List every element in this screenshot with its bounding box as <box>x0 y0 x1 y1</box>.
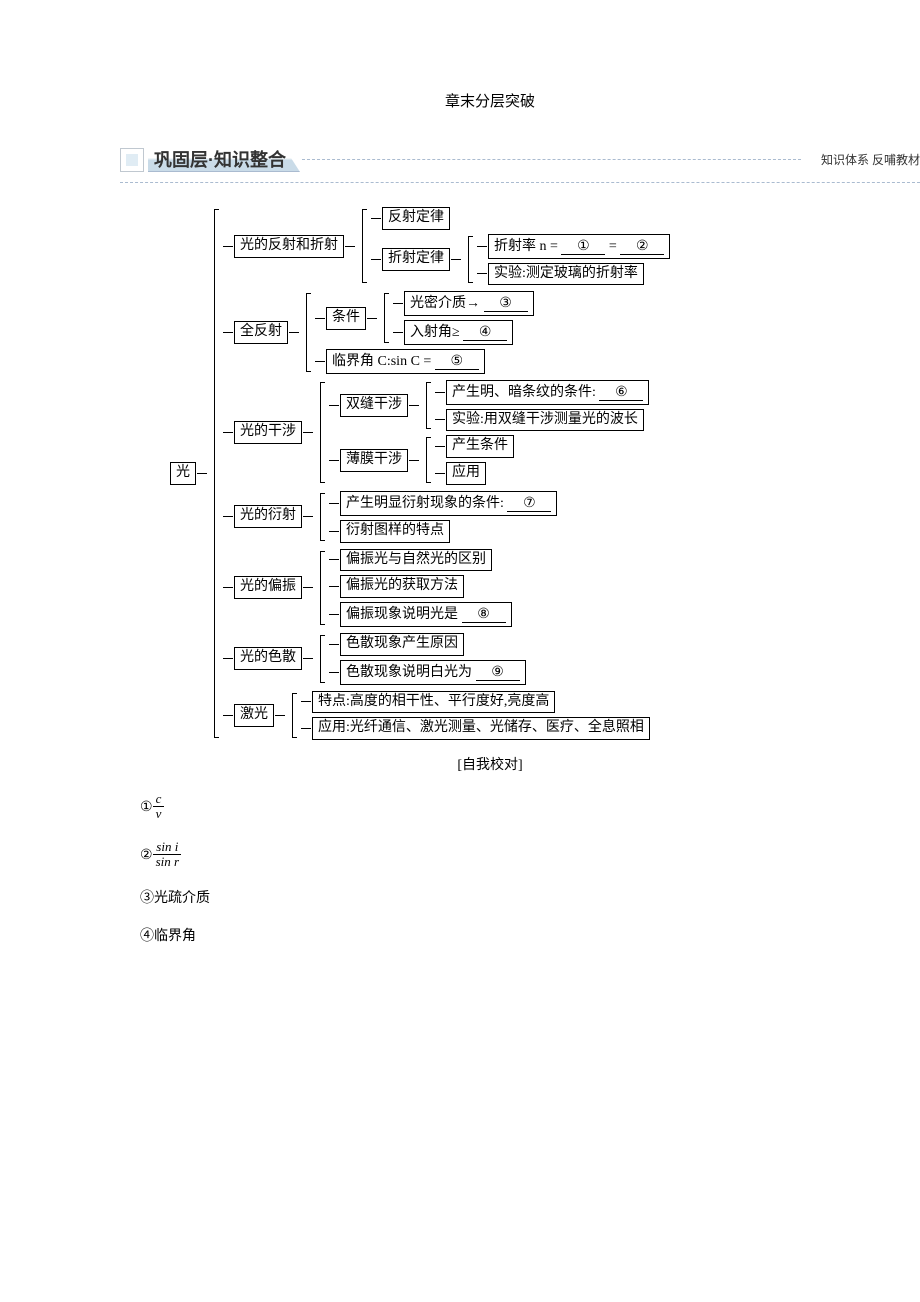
node-dispersion-cause: 色散现象产生原因 <box>340 633 464 656</box>
blank-2: ② <box>620 237 664 255</box>
doc-title: 章末分层突破 <box>120 90 860 111</box>
node-thin-film-application: 应用 <box>446 462 486 485</box>
root-node: 光 <box>170 462 196 485</box>
answer-1-symbol: ① <box>140 798 153 815</box>
node-double-slit: 双缝干涉 <box>340 394 408 417</box>
blank-5: ⑤ <box>435 352 479 370</box>
blank-6: ⑥ <box>599 383 643 401</box>
node-diffraction: 光的衍射 <box>234 505 302 528</box>
answer-2-symbol: ② <box>140 846 153 863</box>
node-laser-features: 特点:高度的相干性、平行度好,亮度高 <box>312 691 555 714</box>
answer-1-fraction: c v <box>153 792 165 822</box>
answer-2-fraction: sin i sin r <box>153 840 182 870</box>
banner-divider <box>302 159 801 160</box>
answer-4: ④临界角 <box>140 925 860 945</box>
answer-3: ③光疏介质 <box>140 887 860 907</box>
blank-3: ③ <box>484 294 528 312</box>
node-reflection-law: 反射定律 <box>382 207 450 230</box>
node-refractive-index: 折射率 n = ① = ② <box>488 234 670 259</box>
answer-1-denominator: v <box>153 807 165 821</box>
document-page: 章末分层突破 巩固层·知识整合 知识体系 反哺教材 光 光的反射和折射 反射定律 <box>0 0 920 1003</box>
node-dense-to-sparse: 光密介质→ ③ <box>404 291 534 316</box>
node-laser: 激光 <box>234 704 274 727</box>
node-fringe-condition: 产生明、暗条纹的条件: ⑥ <box>446 380 649 405</box>
node-critical-angle: 临界角 C:sin C = ⑤ <box>326 349 485 374</box>
banner-bullet-icon <box>120 148 144 172</box>
self-check-heading: [自我校对] <box>120 754 860 774</box>
blank-8: ⑧ <box>462 605 506 623</box>
node-conditions: 条件 <box>326 307 366 330</box>
blank-4: ④ <box>463 323 507 341</box>
node-laser-applications: 应用:光纤通信、激光测量、光储存、医疗、全息照相 <box>312 717 650 740</box>
blank-7: ⑦ <box>507 494 551 512</box>
node-total-reflection: 全反射 <box>234 321 288 344</box>
equals-sign: = <box>609 239 617 254</box>
node-refraction-law: 折射定律 <box>382 248 450 271</box>
section-banner: 巩固层·知识整合 知识体系 反哺教材 <box>120 147 920 172</box>
node-double-slit-experiment: 实验:用双缝干涉测量光的波长 <box>446 409 644 432</box>
answer-1-numerator: c <box>153 792 165 807</box>
node-polarized-vs-natural: 偏振光与自然光的区别 <box>340 549 492 572</box>
answer-1: ① c v <box>140 792 860 822</box>
blank-9: ⑨ <box>476 663 520 681</box>
banner-underline <box>120 182 920 183</box>
node-thin-film: 薄膜干涉 <box>340 449 408 472</box>
node-polarized-obtain: 偏振光的获取方法 <box>340 575 464 598</box>
node-interference: 光的干涉 <box>234 421 302 444</box>
node-diffraction-pattern: 衍射图样的特点 <box>340 520 450 543</box>
node-dispersion: 光的色散 <box>234 647 302 670</box>
answer-2-denominator: sin r <box>153 855 182 869</box>
answer-2-numerator: sin i <box>153 840 181 855</box>
node-polarization-shows: 偏振现象说明光是 ⑧ <box>340 602 512 627</box>
refractive-index-pre: 折射率 n = <box>494 239 558 254</box>
answer-2: ② sin i sin r <box>140 840 860 870</box>
node-incident-angle: 入射角≥ ④ <box>404 320 513 345</box>
node-thin-film-condition: 产生条件 <box>446 435 514 458</box>
blank-1: ① <box>561 237 605 255</box>
node-dispersion-shows: 色散现象说明白光为 ⑨ <box>340 660 526 685</box>
banner-title: 巩固层·知识整合 <box>148 147 300 172</box>
node-diffraction-condition: 产生明显衍射现象的条件: ⑦ <box>340 491 557 516</box>
banner-tail-text: 知识体系 反哺教材 <box>801 151 920 168</box>
node-polarization: 光的偏振 <box>234 576 302 599</box>
node-experiment-glass-index: 实验:测定玻璃的折射率 <box>488 263 644 286</box>
node-reflection-refraction: 光的反射和折射 <box>234 235 344 258</box>
concept-map: 光 光的反射和折射 反射定律 折射定律 <box>170 207 860 740</box>
answers-block: ① c v ② sin i sin r ③光疏介质 ④临界角 <box>140 792 860 945</box>
